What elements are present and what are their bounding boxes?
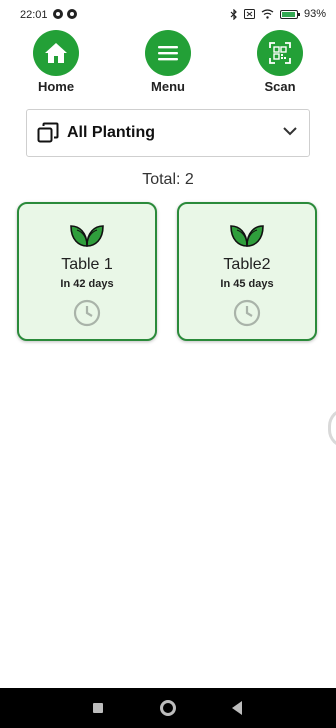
recents-button[interactable] (93, 703, 103, 713)
menu-button[interactable]: Menu (136, 30, 200, 94)
menu-button-circle[interactable] (145, 30, 191, 76)
system-nav-bar (0, 688, 336, 728)
wifi-icon (261, 9, 274, 19)
battery-percent: 93% (303, 8, 326, 20)
card-title: Table 1 (61, 256, 113, 273)
planting-card[interactable]: Table2 In 45 days (177, 202, 317, 341)
chevron-down-icon (283, 127, 297, 136)
status-notification-icons (53, 9, 77, 19)
battery-icon (279, 9, 300, 19)
home-system-button[interactable] (160, 700, 176, 716)
card-days: In 42 days (60, 278, 114, 290)
copy-stack-icon (37, 122, 59, 143)
home-button-circle[interactable] (33, 30, 79, 76)
status-bar: 22:01 93% (0, 0, 336, 30)
status-time: 22:01 (20, 9, 48, 21)
edge-swipe-handle[interactable] (328, 408, 336, 448)
clock-icon (73, 299, 101, 327)
status-right-icons: 93% (230, 8, 326, 20)
home-label: Home (37, 79, 75, 94)
bluetooth-icon (230, 8, 237, 20)
card-title: Table2 (223, 256, 271, 273)
scan-button[interactable]: Scan (248, 30, 312, 94)
home-button[interactable]: Home (24, 30, 88, 94)
leaf-icon (230, 225, 264, 247)
planting-filter-dropdown[interactable]: All Planting (26, 109, 310, 157)
scan-button-circle[interactable] (257, 30, 303, 76)
clock-icon (233, 299, 261, 327)
dropdown-selected-value: All Planting (67, 124, 155, 141)
scan-label: Scan (264, 79, 296, 94)
back-button[interactable] (232, 701, 242, 715)
qr-scan-icon (269, 42, 291, 64)
notification-icon (67, 9, 77, 19)
leaf-icon (70, 225, 104, 247)
card-days: In 45 days (220, 278, 274, 290)
home-icon (45, 43, 67, 63)
no-sim-icon (243, 9, 255, 19)
planting-card[interactable]: Table 1 In 42 days (17, 202, 157, 341)
notification-icon (53, 9, 63, 19)
menu-label: Menu (151, 79, 185, 94)
hamburger-menu-icon (158, 46, 178, 61)
total-count: Total: 2 (142, 171, 194, 188)
